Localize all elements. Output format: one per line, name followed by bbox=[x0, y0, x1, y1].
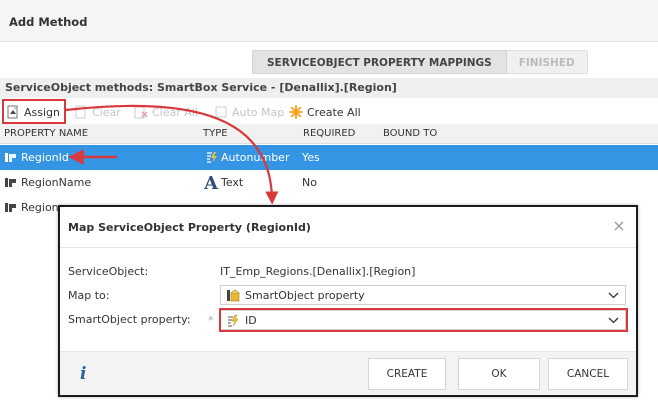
col-type[interactable]: TYPE bbox=[203, 128, 228, 139]
row-type: Text bbox=[221, 176, 244, 189]
required-mark: * bbox=[208, 314, 214, 327]
row-name: RegionId bbox=[21, 151, 69, 164]
property-icon bbox=[4, 175, 18, 189]
create-button[interactable]: CREATE bbox=[368, 358, 446, 390]
clear-button[interactable]: Clear bbox=[74, 102, 121, 122]
dialog-divider bbox=[60, 247, 636, 248]
serviceobject-label: ServiceObject: bbox=[68, 265, 149, 278]
wizard-steps: SERVICEOBJECT PROPERTY MAPPINGS FINISHED bbox=[252, 50, 588, 74]
map-to-value: SmartObject property bbox=[245, 289, 365, 302]
info-icon[interactable]: i bbox=[80, 364, 86, 384]
map-to-label: Map to: bbox=[68, 289, 110, 302]
smartobject-property-highlight bbox=[219, 308, 628, 332]
map-property-dialog: Map ServiceObject Property (RegionId) × … bbox=[58, 205, 638, 397]
assign-highlight bbox=[2, 99, 66, 124]
row-name: RegionName bbox=[21, 176, 92, 189]
table-row[interactable]: RegionId Autonumber Yes bbox=[0, 145, 658, 170]
clear-all-label: Clear All bbox=[152, 105, 198, 119]
col-property-name[interactable]: PROPERTY NAME bbox=[4, 128, 88, 139]
page-title: Add Method bbox=[9, 15, 88, 29]
dialog-title: Map ServiceObject Property (RegionId) bbox=[68, 221, 311, 234]
auto-map-icon bbox=[214, 105, 228, 119]
smartobject-property-label: SmartObject property: bbox=[68, 313, 191, 326]
ok-button[interactable]: OK bbox=[458, 358, 540, 390]
row-type: Autonumber bbox=[221, 151, 290, 164]
grid-header: PROPERTY NAME TYPE REQUIRED BOUND TO bbox=[0, 124, 658, 144]
create-all-label: Create All bbox=[307, 105, 361, 119]
methods-bar: ServiceObject methods: SmartBox Service … bbox=[0, 78, 658, 98]
wizard-step-mappings[interactable]: SERVICEOBJECT PROPERTY MAPPINGS bbox=[252, 50, 507, 74]
row-required: No bbox=[302, 176, 317, 189]
dialog-header: Add Method bbox=[0, 0, 658, 42]
sparkle-icon bbox=[289, 105, 303, 119]
cancel-button[interactable]: CANCEL bbox=[548, 358, 628, 390]
toolbar: Assign Clear Clear All Auto Map Create A… bbox=[0, 99, 658, 124]
property-icon bbox=[4, 150, 18, 164]
col-required[interactable]: REQUIRED bbox=[303, 128, 355, 139]
create-all-button[interactable]: Create All bbox=[289, 102, 361, 122]
clear-label: Clear bbox=[92, 105, 121, 119]
text-type-icon: A bbox=[203, 173, 220, 194]
clear-icon bbox=[74, 105, 88, 119]
row-required: Yes bbox=[302, 151, 320, 164]
property-icon bbox=[4, 200, 18, 214]
chevron-down-icon bbox=[608, 288, 619, 305]
close-icon[interactable]: × bbox=[610, 217, 628, 235]
smartobject-icon bbox=[226, 289, 240, 302]
clear-all-icon bbox=[134, 105, 148, 119]
auto-map-button[interactable]: Auto Map bbox=[214, 102, 284, 122]
serviceobject-value: IT_Emp_Regions.[Denallix].[Region] bbox=[220, 265, 416, 278]
table-row[interactable]: RegionName A Text No bbox=[0, 170, 658, 195]
wizard-step-finished[interactable]: FINISHED bbox=[506, 50, 588, 74]
col-bound-to[interactable]: BOUND TO bbox=[383, 128, 437, 139]
svg-text:A: A bbox=[204, 173, 219, 191]
map-to-select[interactable]: SmartObject property bbox=[220, 285, 626, 305]
row-name: Region bbox=[21, 201, 59, 214]
auto-map-label: Auto Map bbox=[232, 105, 285, 119]
dialog-footer: i CREATE OK CANCEL bbox=[60, 351, 636, 395]
clear-all-button[interactable]: Clear All bbox=[134, 102, 198, 122]
methods-bar-label: ServiceObject methods: SmartBox Service … bbox=[5, 81, 397, 94]
autonumber-icon bbox=[205, 150, 219, 164]
